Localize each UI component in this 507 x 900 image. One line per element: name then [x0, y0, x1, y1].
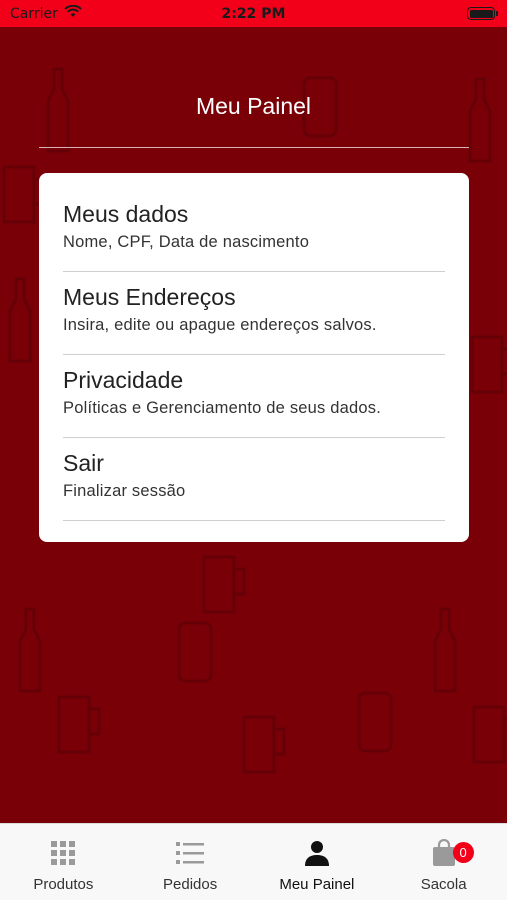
mug-icon — [472, 705, 507, 764]
menu-item-title: Meus Endereços — [63, 284, 236, 310]
mug-icon — [202, 555, 246, 614]
menu-item-subtitle: Políticas e Gerenciamento de seus dados. — [63, 399, 382, 417]
tab-pedidos[interactable]: Pedidos — [127, 824, 254, 900]
grid-icon — [50, 838, 76, 868]
tab-label: Meu Painel — [279, 876, 355, 893]
menu-item-title: Meus dados — [63, 201, 189, 227]
battery-icon — [467, 7, 498, 20]
menu-item-sair[interactable]: Sair Finalizar sessão — [63, 438, 445, 521]
tab-sacola[interactable]: 0 Sacola — [380, 824, 507, 900]
menu-item-subtitle: Nome, CPF, Data de nascimento — [63, 233, 310, 251]
status-bar: Carrier 2:22 PM — [0, 0, 507, 27]
bottle-icon — [18, 607, 42, 693]
wifi-icon — [64, 4, 82, 22]
menu-item-meus-enderecos[interactable]: Meus Endereços Insira, edite ou apague e… — [63, 272, 445, 355]
menu-item-subtitle: Insira, edite ou apague endereços salvos… — [63, 316, 377, 334]
menu-item-title: Privacidade — [63, 367, 184, 393]
mug-icon — [470, 335, 507, 394]
menu-item-privacidade[interactable]: Privacidade Políticas e Gerenciamento de… — [63, 355, 445, 438]
menu-item-title: Sair — [63, 450, 104, 476]
shopping-bag-icon: 0 — [432, 838, 474, 868]
cart-count-badge: 0 — [452, 842, 474, 863]
person-icon — [304, 838, 330, 868]
status-left: Carrier — [10, 4, 82, 22]
menu-item-meus-dados[interactable]: Meus dados Nome, CPF, Data de nascimento — [63, 189, 445, 272]
tab-label: Produtos — [33, 876, 94, 893]
tab-produtos[interactable]: Produtos — [0, 824, 127, 900]
bottle-icon — [8, 277, 32, 363]
mug-icon — [57, 695, 101, 754]
bottle-icon — [433, 607, 457, 693]
can-icon — [177, 621, 213, 683]
page-title: Meu Painel — [195, 93, 312, 119]
tab-meu-painel[interactable]: Meu Painel — [254, 824, 381, 900]
carrier-label: Carrier — [10, 5, 58, 22]
menu-card: Meus dados Nome, CPF, Data de nascimento… — [39, 173, 469, 542]
bottle-icon — [468, 77, 492, 163]
tab-bar: Produtos Pedidos Meu Painel 0 Sacola — [0, 823, 507, 900]
tab-label: Pedidos — [163, 876, 218, 893]
list-icon — [176, 838, 205, 868]
mug-icon — [242, 715, 286, 774]
can-icon — [357, 691, 393, 753]
menu-item-subtitle: Finalizar sessão — [63, 482, 186, 500]
tab-label: Sacola — [420, 876, 467, 893]
title-divider — [39, 147, 469, 148]
